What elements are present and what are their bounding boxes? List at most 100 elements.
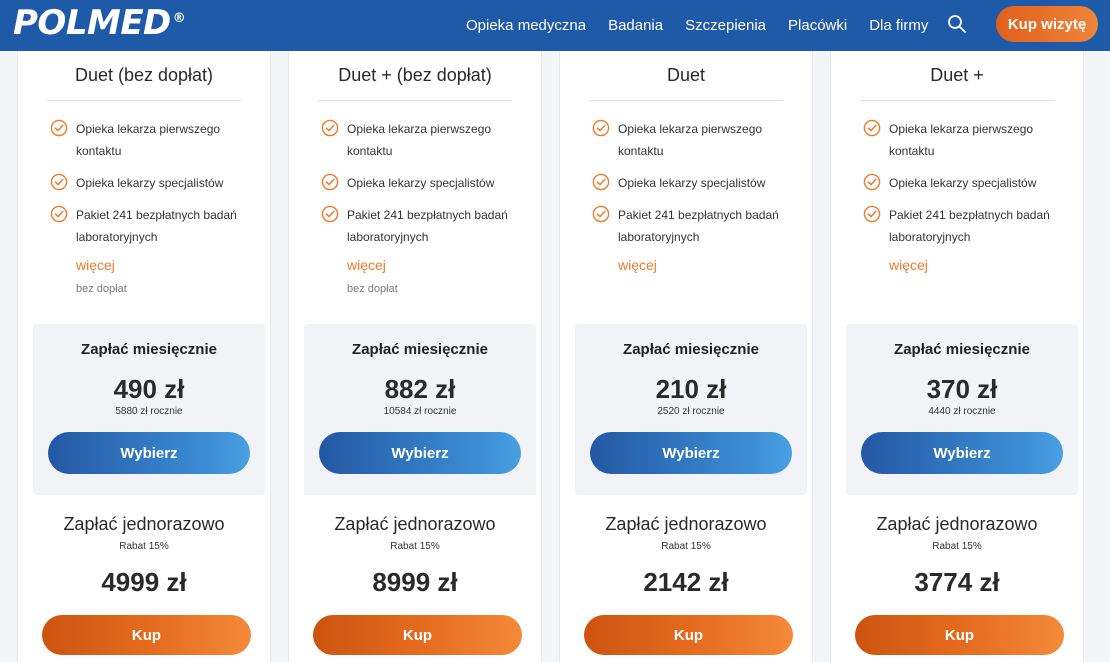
feature-item: Opieka lekarza pierwszego kontaktu (592, 118, 792, 162)
pricing-card-2: Duet + (bez dopłat) Opieka lekarza pierw… (288, 51, 542, 662)
plan-title: Duet (bez dopłat) (74, 65, 214, 85)
feature-text: Pakiet 241 bezpłatnych badań laboratoryj… (347, 208, 508, 244)
yearly-total: 10584 zł rocznie (383, 406, 457, 417)
discount-text: Rabat 15% (932, 541, 982, 552)
choose-button[interactable]: Wybierz (861, 432, 1063, 474)
feature-item: Opieka lekarzy specjalistów (50, 172, 250, 194)
buy-button[interactable]: Kup (855, 615, 1064, 655)
check-circle-icon (50, 119, 68, 137)
monthly-price: 490 zł (113, 374, 185, 404)
monthly-payment-panel: Zapłać miesięcznie 490 zł 5880 zł roczni… (33, 324, 265, 495)
feature-item: Pakiet 241 bezpłatnych badań laboratoryj… (863, 204, 1063, 248)
plan-title: Duet + (bez dopłat) (338, 65, 492, 85)
one-time-label: Zapłać jednorazowo (876, 514, 1038, 534)
choose-button[interactable]: Wybierz (590, 432, 792, 474)
nav-link-dla-firmy[interactable]: Dla firmy (869, 17, 928, 34)
feature-text: Pakiet 241 bezpłatnych badań laboratoryj… (618, 208, 779, 244)
feature-text: Opieka lekarzy specjalistów (618, 176, 766, 190)
discount-text: Rabat 15% (390, 541, 440, 552)
feature-item: Opieka lekarzy specjalistów (321, 172, 521, 194)
one-time-label: Zapłać jednorazowo (334, 514, 496, 534)
title-divider (860, 100, 1054, 101)
check-circle-icon (592, 119, 610, 137)
nav-link-opieka-medyczna[interactable]: Opieka medyczna (466, 17, 586, 34)
buy-button[interactable]: Kup (42, 615, 251, 655)
title-divider (47, 100, 241, 101)
pricing-card-3: Duet Opieka lekarza pierwszego kontaktu … (559, 51, 813, 662)
monthly-payment-panel: Zapłać miesięcznie 370 zł 4440 zł roczni… (846, 324, 1078, 495)
feature-list: Opieka lekarza pierwszego kontaktu Opiek… (863, 118, 1063, 258)
yearly-total: 5880 zł rocznie (115, 406, 183, 417)
more-link[interactable]: więcej (347, 257, 386, 273)
feature-item: Opieka lekarzy specjalistów (863, 172, 1063, 194)
top-navigation-bar: POLMED ® Opieka medyczna Badania Szczepie… (0, 0, 1110, 51)
check-circle-icon (50, 205, 68, 223)
buy-button[interactable]: Kup (313, 615, 522, 655)
one-time-price: 3774 zł (914, 567, 1000, 597)
search-icon[interactable] (947, 14, 967, 34)
buy-button[interactable]: Kup (584, 615, 793, 655)
monthly-label: Zapłać miesięcznie (81, 341, 217, 358)
monthly-price: 210 zł (655, 374, 727, 404)
monthly-price: 882 zł (384, 374, 456, 404)
no-copay-note: bez dopłat (76, 283, 127, 295)
one-time-price: 2142 zł (643, 567, 729, 597)
no-copay-note: bez dopłat (347, 283, 398, 295)
feature-item: Opieka lekarza pierwszego kontaktu (863, 118, 1063, 162)
feature-text: Pakiet 241 bezpłatnych badań laboratoryj… (889, 208, 1050, 244)
feature-text: Opieka lekarza pierwszego kontaktu (76, 122, 221, 158)
buy-visit-button[interactable]: Kup wizytę (996, 6, 1098, 42)
title-divider (318, 100, 512, 101)
feature-item: Pakiet 241 bezpłatnych badań laboratoryj… (592, 204, 792, 248)
check-circle-icon (321, 205, 339, 223)
feature-text: Opieka lekarza pierwszego kontaktu (347, 122, 492, 158)
choose-button[interactable]: Wybierz (319, 432, 521, 474)
feature-item: Opieka lekarza pierwszego kontaktu (50, 118, 250, 162)
nav-link-placowki[interactable]: Placówki (788, 17, 847, 34)
monthly-label: Zapłać miesięcznie (894, 341, 1030, 358)
yearly-total: 2520 zł rocznie (657, 406, 725, 417)
feature-text: Opieka lekarzy specjalistów (347, 176, 495, 190)
pricing-card-1: Duet (bez dopłat) Opieka lekarza pierwsz… (17, 51, 271, 662)
check-circle-icon (592, 173, 610, 191)
monthly-price: 370 zł (926, 374, 998, 404)
monthly-label: Zapłać miesięcznie (352, 341, 488, 358)
pricing-cards: Duet (bez dopłat) Opieka lekarza pierwsz… (17, 51, 1093, 662)
monthly-label: Zapłać miesięcznie (623, 341, 759, 358)
feature-item: Opieka lekarzy specjalistów (592, 172, 792, 194)
check-circle-icon (863, 173, 881, 191)
one-time-price: 8999 zł (372, 567, 458, 597)
check-circle-icon (863, 119, 881, 137)
check-circle-icon (50, 173, 68, 191)
more-link[interactable]: więcej (889, 257, 928, 273)
one-time-price: 4999 zł (101, 567, 187, 597)
feature-text: Opieka lekarzy specjalistów (76, 176, 224, 190)
feature-text: Pakiet 241 bezpłatnych badań laboratoryj… (76, 208, 237, 244)
check-circle-icon (321, 119, 339, 137)
feature-item: Pakiet 241 bezpłatnych badań laboratoryj… (321, 204, 521, 248)
feature-item: Opieka lekarza pierwszego kontaktu (321, 118, 521, 162)
more-link[interactable]: więcej (618, 257, 657, 273)
nav-link-szczepienia[interactable]: Szczepienia (685, 17, 766, 34)
nav-link-badania[interactable]: Badania (608, 17, 663, 34)
monthly-payment-panel: Zapłać miesięcznie 210 zł 2520 zł roczni… (575, 324, 807, 495)
check-circle-icon (321, 173, 339, 191)
feature-list: Opieka lekarza pierwszego kontaktu Opiek… (321, 118, 521, 258)
feature-item: Pakiet 241 bezpłatnych badań laboratoryj… (50, 204, 250, 248)
main-nav: Opieka medyczna Badania Szczepienia Plac… (466, 0, 950, 51)
feature-list: Opieka lekarza pierwszego kontaktu Opiek… (50, 118, 250, 258)
logo-text: POLMED (13, 3, 171, 43)
plan-title: Duet + (930, 65, 984, 85)
feature-text: Opieka lekarza pierwszego kontaktu (889, 122, 1034, 158)
discount-text: Rabat 15% (119, 541, 169, 552)
yearly-total: 4440 zł rocznie (928, 406, 996, 417)
pricing-card-4: Duet + Opieka lekarza pierwszego kontakt… (830, 51, 1084, 662)
feature-text: Opieka lekarza pierwszego kontaktu (618, 122, 763, 158)
logo[interactable]: POLMED ® (13, 3, 186, 43)
feature-text: Opieka lekarzy specjalistów (889, 176, 1037, 190)
one-time-label: Zapłać jednorazowo (605, 514, 767, 534)
more-link[interactable]: więcej (76, 257, 115, 273)
title-divider (589, 100, 783, 101)
choose-button[interactable]: Wybierz (48, 432, 250, 474)
plan-title: Duet (666, 65, 706, 85)
